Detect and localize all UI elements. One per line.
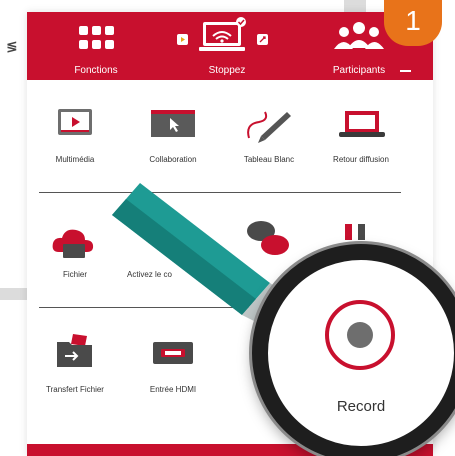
cloud-file-icon xyxy=(52,229,94,258)
tile-collaboration[interactable] xyxy=(143,107,203,177)
step-badge: 1 xyxy=(384,0,442,46)
screen-share-icon xyxy=(177,17,268,51)
folder-transfer-icon xyxy=(57,334,92,367)
top-toolbar: Fonctions Stoppez Participants xyxy=(27,12,433,80)
fonctions-label: Fonctions xyxy=(74,65,118,76)
tile-label-hdmi: Entrée HDMI xyxy=(149,385,197,394)
brand-logo-icon: ≶ xyxy=(6,38,18,54)
stop-sharing-button[interactable]: Stoppez xyxy=(177,12,277,80)
hdmi-icon xyxy=(153,342,193,364)
tile-retour-diffusion[interactable] xyxy=(331,107,391,177)
record-label: Record xyxy=(336,398,386,415)
tile-label-retour-diffusion: Retour diffusion xyxy=(333,155,389,164)
grid-icon xyxy=(79,26,115,50)
laptop-icon xyxy=(339,111,385,137)
whiteboard-icon xyxy=(247,111,291,143)
tool-icon xyxy=(345,224,365,240)
record-button[interactable] xyxy=(325,300,395,370)
tile-fichier[interactable] xyxy=(45,222,105,292)
stop-label: Stoppez xyxy=(208,65,246,76)
record-dot-icon xyxy=(347,322,373,348)
tile-label-transfert-fichier: Transfert Fichier xyxy=(46,385,104,394)
collaboration-icon xyxy=(151,110,195,137)
multimedia-icon xyxy=(58,109,92,135)
tile-label-multimedia: Multimédia xyxy=(55,155,95,164)
magnifier-overlay: Record xyxy=(252,244,455,456)
minimize-button[interactable] xyxy=(399,64,413,78)
tile-label-whiteboard: Tableau Blanc xyxy=(243,155,295,164)
participants-label: Participants xyxy=(332,65,386,76)
fonctions-button[interactable]: Fonctions xyxy=(62,12,130,80)
tile-label-collaboration: Collaboration xyxy=(149,155,197,164)
tile-multimedia[interactable] xyxy=(45,107,105,177)
